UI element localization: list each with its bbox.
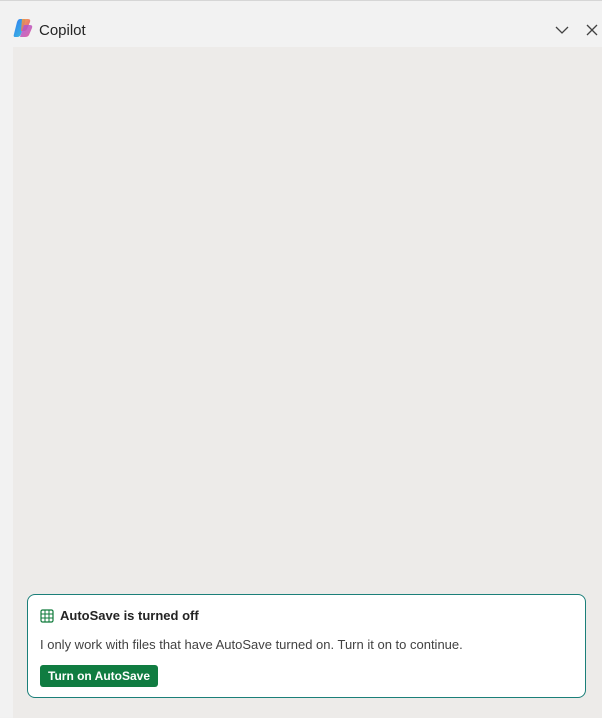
autosave-notice-card: AutoSave is turned off I only work with … (27, 594, 586, 698)
close-icon (586, 24, 598, 36)
pane-header: Copilot (0, 1, 602, 47)
pane-title: Copilot (39, 22, 86, 39)
close-button[interactable] (581, 19, 602, 41)
copilot-pane: Copilot AutoSave is turned off I only wo… (0, 0, 602, 718)
collapse-button[interactable] (551, 19, 573, 41)
notice-message: I only work with files that have AutoSav… (40, 637, 463, 652)
chevron-down-icon (555, 26, 569, 34)
notice-title: AutoSave is turned off (60, 608, 199, 623)
spreadsheet-grid-icon (40, 609, 54, 623)
copilot-logo-icon (13, 19, 33, 37)
turn-on-autosave-button[interactable]: Turn on AutoSave (40, 665, 158, 687)
